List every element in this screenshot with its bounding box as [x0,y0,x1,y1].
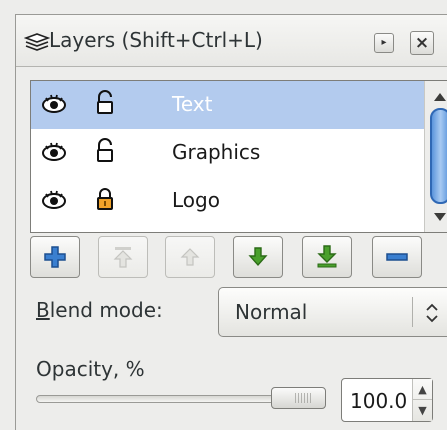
panel-titlebar: Layers (Shift+Ctrl+L) ▸ × [16,15,447,67]
close-button[interactable]: × [410,31,434,55]
plus-icon [44,246,66,268]
eye-visible-icon[interactable] [41,92,67,116]
layer-row-logo[interactable]: Logo [31,177,424,225]
opacity-label: Opacity, % [36,357,145,381]
collapse-icon: ▸ [381,37,387,48]
raise-to-top-button[interactable] [98,236,148,278]
panel-title: Layers (Shift+Ctrl+L) [49,28,263,52]
minus-icon [386,253,408,261]
locked-icon[interactable] [95,186,115,212]
layer-row-text[interactable]: Text [31,81,424,129]
spin-down-icon[interactable]: ▼ [413,400,432,421]
layers-dock-panel: Layers (Shift+Ctrl+L) ▸ × Text Graphics … [15,14,447,430]
layer-row-graphics[interactable]: Graphics [31,129,424,177]
layers-scrollbar[interactable] [424,81,447,232]
close-icon: × [414,32,430,53]
layer-actions-toolbar [30,236,447,280]
unlocked-icon[interactable] [95,90,115,116]
opacity-slider-handle[interactable] [271,387,326,409]
spin-up-icon[interactable]: ▲ [413,379,432,400]
raise-layer-button[interactable] [165,236,215,278]
eye-visible-icon[interactable] [41,140,67,164]
select-divider [412,297,413,327]
opacity-value[interactable]: 100.0 [350,389,407,413]
lower-to-bottom-icon [317,245,337,268]
opacity-spinbutton[interactable]: 100.0 ▲ ▼ [341,378,433,422]
blend-mode-value: Normal [235,300,308,324]
layers-list[interactable]: Text Graphics Logo [30,80,447,233]
blend-mode-select[interactable]: Normal [218,287,447,337]
lower-layer-button[interactable] [233,236,283,278]
scroll-up-arrow-icon[interactable] [434,93,446,101]
spin-buttons: ▲ ▼ [412,379,432,421]
collapse-button[interactable]: ▸ [374,33,394,53]
arrow-down-icon [248,247,268,267]
layer-name: Logo [172,188,220,212]
layer-name: Text [172,92,213,116]
slider-grip [295,393,313,403]
blend-mode-mnemonic: B [36,298,50,322]
raise-to-top-icon [113,247,133,268]
remove-layer-button[interactable] [372,236,422,278]
layers-icon [24,33,50,51]
blend-mode-label: Blend mode: [36,298,163,322]
arrow-up-icon [180,248,200,266]
layer-name: Graphics [172,140,261,164]
eye-visible-icon[interactable] [41,188,67,212]
chevron-updown-icon [426,303,438,323]
lower-to-bottom-button[interactable] [302,236,352,278]
unlocked-icon[interactable] [95,138,115,164]
scroll-down-arrow-icon[interactable] [434,213,446,221]
blend-mode-label-text: lend mode: [49,298,163,322]
scrollbar-thumb[interactable] [430,108,447,204]
add-layer-button[interactable] [30,236,80,278]
